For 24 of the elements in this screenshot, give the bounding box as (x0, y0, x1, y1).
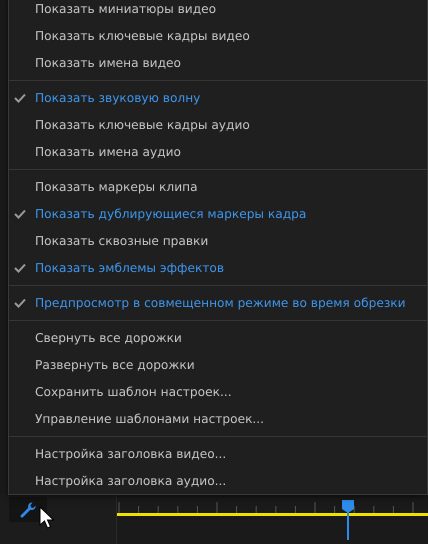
menu-item[interactable]: Показать ключевые кадры аудио (9, 111, 427, 138)
menu-item[interactable]: Показать маркеры клипа (9, 173, 427, 200)
menu-item[interactable]: Предпросмотр в совмещенном режиме во время обрезки (9, 289, 427, 316)
menu-item[interactable]: Показать ключевые кадры видео (9, 22, 427, 49)
checkmark-icon (14, 209, 26, 219)
menu-item[interactable]: Показать дублирующиеся маркеры кадра (9, 200, 427, 227)
menu-item[interactable]: Развернуть все дорожки (9, 351, 427, 378)
checkmark-icon (14, 298, 26, 308)
menu-item[interactable]: Свернуть все дорожки (9, 324, 427, 351)
menu-item[interactable]: Управление шаблонами настроек... (9, 405, 427, 432)
menu-item[interactable]: Показать имена видео (9, 49, 427, 76)
menu-item[interactable]: Показать миниатюры видео (9, 0, 427, 22)
checkmark-icon (14, 93, 26, 103)
mouse-cursor-icon (39, 506, 55, 530)
menu-item[interactable]: Показать имена аудио (9, 138, 427, 165)
menu-item[interactable]: Показать сквозные правки (9, 227, 427, 254)
menu-item[interactable]: Настройка заголовка аудио... (9, 467, 427, 494)
menu-item[interactable]: Сохранить шаблон настроек... (9, 378, 427, 405)
checkmark-icon (14, 263, 26, 273)
wrench-icon (19, 500, 37, 518)
menu-item[interactable]: Показать эмблемы эффектов (9, 254, 427, 281)
menu-item[interactable]: Настройка заголовка видео... (9, 440, 427, 467)
playhead[interactable] (341, 500, 355, 540)
menu-item[interactable]: Показать звуковую волну (9, 84, 427, 111)
